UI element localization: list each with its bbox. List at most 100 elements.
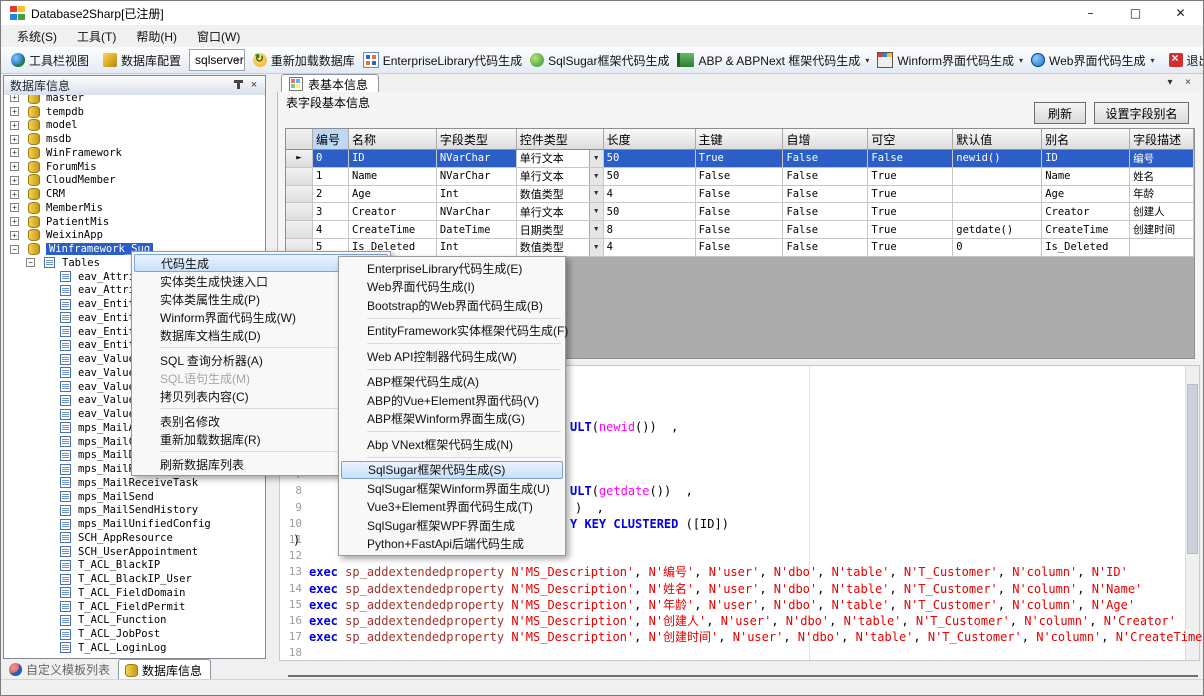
cell-控件类型[interactable]: 单行文本▼ (517, 203, 604, 221)
cell-字段描述[interactable]: 编号 (1130, 150, 1194, 168)
maximize-button[interactable]: □ (1113, 1, 1158, 25)
column-header-1[interactable]: 名称 (349, 129, 437, 150)
toolbar-button-web[interactable]: Web界面代码生成▾ (1027, 50, 1158, 71)
submenu-item-8[interactable]: ABP框架代码生成(A) (341, 373, 563, 392)
tree-item-t_acl_blackip_user[interactable]: T_ACL_BlackIP_User (4, 572, 265, 586)
tree-item-msdb[interactable]: +msdb (4, 132, 265, 146)
cell-主键[interactable]: False (696, 221, 784, 239)
column-header-9[interactable]: 别名 (1042, 129, 1130, 150)
tree-item-membermis[interactable]: +MemberMis (4, 201, 265, 215)
vertical-scrollbar-thumb[interactable] (1187, 384, 1198, 554)
cell-可空[interactable]: True (868, 203, 953, 221)
submenu-item-10[interactable]: ABP框架Winform界面生成(G) (341, 410, 563, 429)
cell-可空[interactable]: True (868, 239, 953, 257)
cell-自增[interactable]: False (783, 221, 868, 239)
table-row[interactable]: 3CreatorNVarChar单行文本▼50FalseFalseTrueCre… (286, 203, 1194, 221)
cell-长度[interactable]: 4 (604, 186, 696, 204)
menubar-item-3[interactable]: 窗口(W) (187, 25, 250, 48)
database-type-combo[interactable]: sqlserver▾ (189, 49, 245, 71)
row-selector[interactable]: ► (286, 150, 313, 168)
toolbar-button-toolbar-view[interactable]: 工具栏视图 (7, 50, 93, 71)
row-selector[interactable] (286, 221, 313, 239)
cell-默认值[interactable]: newid() (953, 150, 1042, 168)
toolbar-button-entlib[interactable]: EnterpriseLibrary代码生成 (359, 50, 526, 71)
cell-字段描述[interactable]: 创建人 (1130, 203, 1194, 221)
tree-item-t_acl_blackip[interactable]: T_ACL_BlackIP (4, 559, 265, 573)
menubar-item-0[interactable]: 系统(S) (7, 25, 67, 48)
tree-item-t_acl_jobpost[interactable]: T_ACL_JobPost (4, 627, 265, 641)
cell-自增[interactable]: False (783, 150, 868, 168)
table-row[interactable]: 1NameNVarChar单行文本▼50FalseFalseTrueName姓名 (286, 168, 1194, 186)
combo-dropdown-icon[interactable]: ▼ (589, 221, 603, 238)
collapse-icon[interactable]: − (26, 258, 35, 267)
column-header-5[interactable]: 主键 (696, 129, 784, 150)
menubar-item-1[interactable]: 工具(T) (67, 25, 126, 48)
table-row[interactable]: 2AgeInt数值类型▼4FalseFalseTrueAge年龄 (286, 186, 1194, 204)
cell-字段描述[interactable]: 创建时间 (1130, 221, 1194, 239)
expand-icon[interactable]: + (10, 162, 19, 171)
cell-编号[interactable]: 3 (313, 203, 349, 221)
tree-item-mps_mailsend[interactable]: mps_MailSend (4, 490, 265, 504)
cell-控件类型[interactable]: 数值类型▼ (517, 239, 604, 257)
tree-item-crm[interactable]: +CRM (4, 187, 265, 201)
cell-控件类型[interactable]: 数值类型▼ (517, 186, 604, 204)
tree-item-patientmis[interactable]: +PatientMis (4, 215, 265, 229)
column-header-3[interactable]: 控件类型 (517, 129, 604, 150)
submenu-item-0[interactable]: EnterpriseLibrary代码生成(E) (341, 259, 563, 278)
cell-长度[interactable]: 8 (604, 221, 696, 239)
submenu-item-6[interactable]: Web API控制器代码生成(W) (341, 347, 563, 366)
cell-名称[interactable]: Creator (349, 203, 437, 221)
toolbar-button-abp[interactable]: ABP & ABPNext 框架代码生成▾ (673, 50, 873, 71)
tree-item-mps_mailunifiedconfig[interactable]: mps_MailUnifiedConfig (4, 517, 265, 531)
tree-item-sch_userappointment[interactable]: SCH_UserAppointment (4, 545, 265, 559)
vertical-scrollbar[interactable] (1185, 366, 1199, 660)
column-header-10[interactable]: 字段描述 (1130, 129, 1194, 150)
expand-icon[interactable]: + (10, 176, 19, 185)
cell-编号[interactable]: 1 (313, 168, 349, 186)
cell-字段描述[interactable]: 姓名 (1130, 168, 1194, 186)
set-field-alias-button[interactable]: 设置字段别名 (1094, 102, 1189, 124)
cell-编号[interactable]: 0 (313, 150, 349, 168)
chevron-down-icon[interactable]: ▾ (1150, 56, 1154, 65)
combo-dropdown-icon[interactable]: ▼ (589, 203, 603, 220)
combo-dropdown-icon[interactable]: ▼ (589, 150, 603, 167)
table-row[interactable]: 4CreateTimeDateTime日期类型▼8FalseFalseTrueg… (286, 221, 1194, 239)
cell-主键[interactable]: False (696, 203, 784, 221)
cell-长度[interactable]: 50 (604, 150, 696, 168)
expand-icon[interactable]: + (10, 95, 19, 102)
cell-名称[interactable]: Age (349, 186, 437, 204)
cell-可空[interactable]: True (868, 186, 953, 204)
cell-主键[interactable]: True (696, 150, 784, 168)
sidebar-tab-0[interactable]: 自定义模板列表 (3, 659, 118, 681)
tree-item-t_acl_fielddomain[interactable]: T_ACL_FieldDomain (4, 586, 265, 600)
expand-icon[interactable]: + (10, 121, 19, 130)
column-header-7[interactable]: 可空 (868, 129, 953, 150)
cell-字段类型[interactable]: NVarChar (437, 168, 517, 186)
cell-名称[interactable]: Name (349, 168, 437, 186)
cell-可空[interactable]: False (868, 150, 953, 168)
submenu-item-18[interactable]: Python+FastApi后端代码生成 (341, 535, 563, 554)
combo-dropdown-icon[interactable]: ▼ (589, 168, 603, 185)
cell-别名[interactable]: Name (1042, 168, 1130, 186)
minimize-button[interactable]: – (1068, 1, 1113, 25)
cell-别名[interactable]: CreateTime (1042, 221, 1130, 239)
close-icon[interactable]: × (247, 78, 261, 92)
cell-自增[interactable]: False (783, 239, 868, 257)
cell-字段描述[interactable] (1130, 239, 1194, 257)
column-header-6[interactable]: 自增 (783, 129, 868, 150)
chevron-down-icon[interactable]: ▾ (865, 56, 869, 65)
cell-主键[interactable]: False (696, 239, 784, 257)
cell-默认值[interactable] (953, 168, 1042, 186)
tab-table-info[interactable]: 表基本信息 (281, 74, 379, 93)
cell-自增[interactable]: False (783, 168, 868, 186)
expand-icon[interactable]: + (10, 217, 19, 226)
tree-item-weixinapp[interactable]: +WeixinApp (4, 229, 265, 243)
cell-控件类型[interactable]: 单行文本▼ (517, 168, 604, 186)
cell-可空[interactable]: True (868, 221, 953, 239)
column-header-2[interactable]: 字段类型 (437, 129, 517, 150)
tree-item-t_acl_fieldpermit[interactable]: T_ACL_FieldPermit (4, 600, 265, 614)
tree-item-forummis[interactable]: +ForumMis (4, 160, 265, 174)
tree-item-t_acl_function[interactable]: T_ACL_Function (4, 614, 265, 628)
cell-编号[interactable]: 2 (313, 186, 349, 204)
toolbar-button-reload-db[interactable]: 重新加载数据库 (249, 50, 359, 71)
